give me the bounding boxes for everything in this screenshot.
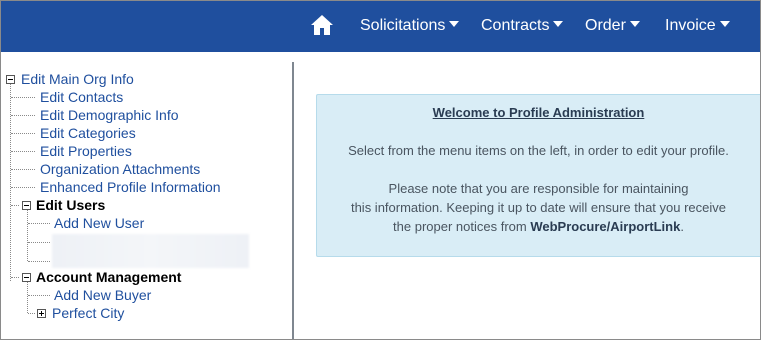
nav-order[interactable]: Order	[585, 17, 640, 35]
tree-connector	[11, 277, 19, 278]
tree-item-enhanced-profile-information[interactable]: Enhanced Profile Information	[40, 179, 221, 195]
tree-connector	[28, 261, 50, 262]
tree-collapse-icon[interactable]	[22, 201, 31, 210]
tree-connector	[11, 187, 35, 188]
nav-invoice-label: Invoice	[665, 17, 716, 34]
tree-expand-icon[interactable]	[37, 309, 46, 318]
welcome-title: Welcome to Profile Administration	[432, 105, 645, 120]
welcome-note-line3: the proper notices from WebProcure/Airpo…	[317, 219, 760, 234]
tree-connector	[11, 115, 35, 116]
tree-connector	[11, 151, 35, 152]
tree-item-organization-attachments[interactable]: Organization Attachments	[40, 161, 200, 177]
nav-solicitations[interactable]: Solicitations	[360, 17, 460, 35]
nav-contracts-label: Contracts	[481, 17, 550, 34]
tree-connector	[11, 205, 19, 206]
redacted-user-entries	[52, 234, 249, 268]
tree-connector	[28, 295, 50, 296]
tree-connector	[11, 97, 35, 98]
nav-solicitations-label: Solicitations	[360, 17, 446, 34]
tree-item-account-management[interactable]: Account Management	[36, 269, 181, 285]
tree-collapse-icon[interactable]	[6, 75, 15, 84]
tree-item-add-new-buyer[interactable]: Add New Buyer	[54, 287, 151, 303]
welcome-note-line1: Please note that you are responsible for…	[388, 181, 689, 196]
caret-down-icon	[719, 20, 730, 27]
welcome-note-period: .	[680, 219, 684, 234]
tree-item-perfect-city[interactable]: Perfect City	[52, 305, 124, 321]
tree-connector	[11, 169, 35, 170]
tree-item-add-new-user[interactable]: Add New User	[54, 215, 144, 231]
tree-item-edit-users[interactable]: Edit Users	[36, 197, 105, 213]
tree-item-edit-properties[interactable]: Edit Properties	[40, 143, 132, 159]
nav-order-label: Order	[585, 17, 626, 34]
tree-connector	[27, 210, 28, 261]
tree-connector	[10, 83, 11, 281]
tree-collapse-icon[interactable]	[22, 273, 31, 282]
pane-divider[interactable]	[292, 62, 294, 339]
top-navigation-bar: Solicitations Contracts Order Invoice	[1, 1, 760, 52]
tree-connector	[28, 313, 35, 314]
tree-item-edit-contacts[interactable]: Edit Contacts	[40, 89, 123, 105]
welcome-note-text: the proper notices from	[393, 219, 531, 234]
tree-item-edit-categories[interactable]: Edit Categories	[40, 125, 136, 141]
tree-connector	[11, 133, 35, 134]
caret-down-icon	[629, 20, 640, 27]
home-icon[interactable]	[310, 14, 334, 36]
tree-item-edit-main-org-info[interactable]: Edit Main Org Info	[21, 71, 134, 87]
tree-connector	[28, 242, 50, 243]
welcome-note-line2: this information. Keeping it up to date …	[350, 200, 727, 215]
nav-contracts[interactable]: Contracts	[481, 17, 564, 35]
welcome-instructions: Select from the menu items on the left, …	[348, 143, 729, 158]
welcome-panel: Welcome to Profile Administration Select…	[316, 94, 760, 257]
tree-item-edit-demographic-info[interactable]: Edit Demographic Info	[40, 107, 179, 123]
tree-connector	[28, 223, 50, 224]
nav-invoice[interactable]: Invoice	[665, 17, 730, 35]
tree-connector	[27, 282, 28, 313]
brand-name: WebProcure/AirportLink	[530, 219, 681, 234]
caret-down-icon	[553, 20, 564, 27]
caret-down-icon	[449, 20, 460, 27]
